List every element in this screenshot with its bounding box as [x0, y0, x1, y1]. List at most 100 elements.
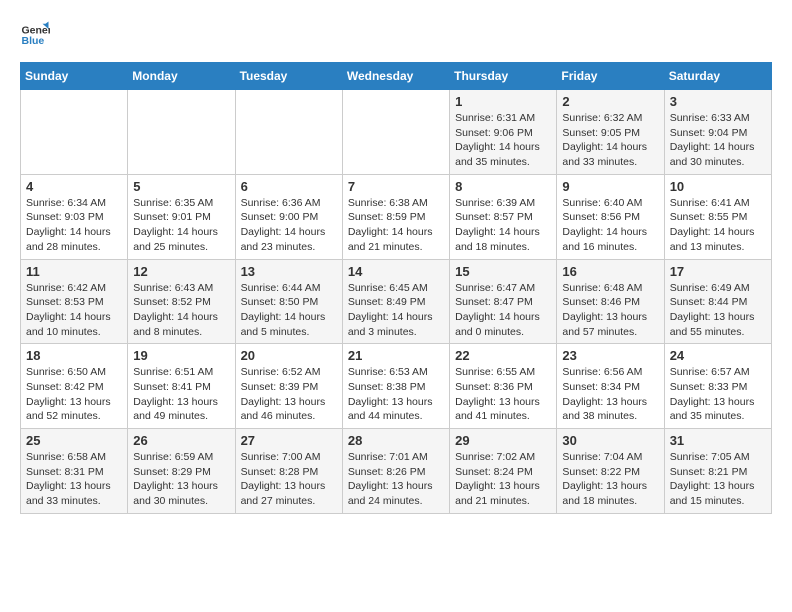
logo-icon: General Blue	[20, 20, 50, 50]
calendar-cell: 9 Sunrise: 6:40 AM Sunset: 8:56 PM Daylig…	[557, 174, 664, 259]
calendar-cell: 19 Sunrise: 6:51 AM Sunset: 8:41 PM Dayli…	[128, 344, 235, 429]
day-info: Sunrise: 6:47 AM Sunset: 8:47 PM Dayligh…	[455, 281, 551, 340]
day-number: 13	[241, 264, 337, 279]
calendar-cell: 12Sunrise: 6:43 AM Sunset: 8:52 PM Dayli…	[128, 259, 235, 344]
day-info: Sunrise: 6:40 AM Sunset: 8:56 PM Dayligh…	[562, 196, 658, 255]
day-number: 15	[455, 264, 551, 279]
day-info: Sunrise: 6:48 AM Sunset: 8:46 PM Dayligh…	[562, 281, 658, 340]
day-number: 3	[670, 94, 766, 109]
calendar-week-row: 25 Sunrise: 6:58 AM Sunset: 8:31 PM Dayli…	[21, 429, 772, 514]
day-number: 16	[562, 264, 658, 279]
day-info: Sunrise: 6:36 AM Sunset: 9:00 PM Dayligh…	[241, 196, 337, 255]
calendar-cell: 23 Sunrise: 6:56 AM Sunset: 8:34 PM Dayli…	[557, 344, 664, 429]
day-info: Sunrise: 6:56 AM Sunset: 8:34 PM Dayligh…	[562, 365, 658, 424]
calendar-cell	[235, 90, 342, 175]
day-number: 8	[455, 179, 551, 194]
day-number: 27	[241, 433, 337, 448]
calendar-cell: 7 Sunrise: 6:38 AM Sunset: 8:59 PM Daylig…	[342, 174, 449, 259]
calendar-cell: 2Sunrise: 6:32 AM Sunset: 9:05 PM Daylig…	[557, 90, 664, 175]
day-info: Sunrise: 7:01 AM Sunset: 8:26 PM Dayligh…	[348, 450, 444, 509]
day-info: Sunrise: 6:41 AM Sunset: 8:55 PM Dayligh…	[670, 196, 766, 255]
calendar-cell: 3 Sunrise: 6:33 AM Sunset: 9:04 PM Daylig…	[664, 90, 771, 175]
calendar-cell: 5 Sunrise: 6:35 AM Sunset: 9:01 PM Daylig…	[128, 174, 235, 259]
calendar-cell: 11 Sunrise: 6:42 AM Sunset: 8:53 PM Dayli…	[21, 259, 128, 344]
calendar-cell	[342, 90, 449, 175]
day-number: 6	[241, 179, 337, 194]
calendar-cell: 26 Sunrise: 6:59 AM Sunset: 8:29 PM Dayli…	[128, 429, 235, 514]
day-info: Sunrise: 6:58 AM Sunset: 8:31 PM Dayligh…	[26, 450, 122, 509]
day-number: 11	[26, 264, 122, 279]
day-number: 28	[348, 433, 444, 448]
page-header: General Blue	[20, 20, 772, 50]
calendar-cell: 31Sunrise: 7:05 AM Sunset: 8:21 PM Dayli…	[664, 429, 771, 514]
day-info: Sunrise: 6:31 AM Sunset: 9:06 PM Dayligh…	[455, 111, 551, 170]
logo: General Blue	[20, 20, 50, 50]
day-number: 19	[133, 348, 229, 363]
calendar-table: SundayMondayTuesdayWednesdayThursdayFrid…	[20, 62, 772, 514]
day-of-week-header: Saturday	[664, 63, 771, 90]
day-info: Sunrise: 6:44 AM Sunset: 8:50 PM Dayligh…	[241, 281, 337, 340]
day-info: Sunrise: 6:42 AM Sunset: 8:53 PM Dayligh…	[26, 281, 122, 340]
calendar-cell	[21, 90, 128, 175]
day-info: Sunrise: 6:33 AM Sunset: 9:04 PM Dayligh…	[670, 111, 766, 170]
calendar-cell: 20Sunrise: 6:52 AM Sunset: 8:39 PM Dayli…	[235, 344, 342, 429]
day-number: 4	[26, 179, 122, 194]
day-info: Sunrise: 6:50 AM Sunset: 8:42 PM Dayligh…	[26, 365, 122, 424]
day-info: Sunrise: 6:34 AM Sunset: 9:03 PM Dayligh…	[26, 196, 122, 255]
day-number: 10	[670, 179, 766, 194]
day-number: 26	[133, 433, 229, 448]
day-number: 7	[348, 179, 444, 194]
calendar-week-row: 18Sunrise: 6:50 AM Sunset: 8:42 PM Dayli…	[21, 344, 772, 429]
day-number: 17	[670, 264, 766, 279]
day-info: Sunrise: 6:57 AM Sunset: 8:33 PM Dayligh…	[670, 365, 766, 424]
day-number: 30	[562, 433, 658, 448]
day-of-week-header: Sunday	[21, 63, 128, 90]
day-number: 21	[348, 348, 444, 363]
day-number: 14	[348, 264, 444, 279]
day-of-week-header: Friday	[557, 63, 664, 90]
day-info: Sunrise: 6:59 AM Sunset: 8:29 PM Dayligh…	[133, 450, 229, 509]
calendar-cell	[128, 90, 235, 175]
day-number: 29	[455, 433, 551, 448]
day-info: Sunrise: 7:02 AM Sunset: 8:24 PM Dayligh…	[455, 450, 551, 509]
calendar-cell: 13 Sunrise: 6:44 AM Sunset: 8:50 PM Dayli…	[235, 259, 342, 344]
calendar-cell: 16 Sunrise: 6:48 AM Sunset: 8:46 PM Dayli…	[557, 259, 664, 344]
day-number: 24	[670, 348, 766, 363]
day-info: Sunrise: 6:51 AM Sunset: 8:41 PM Dayligh…	[133, 365, 229, 424]
day-of-week-header: Tuesday	[235, 63, 342, 90]
day-info: Sunrise: 7:00 AM Sunset: 8:28 PM Dayligh…	[241, 450, 337, 509]
svg-text:Blue: Blue	[22, 35, 45, 47]
calendar-cell: 6 Sunrise: 6:36 AM Sunset: 9:00 PM Daylig…	[235, 174, 342, 259]
calendar-cell: 17 Sunrise: 6:49 AM Sunset: 8:44 PM Dayli…	[664, 259, 771, 344]
calendar-cell: 29 Sunrise: 7:02 AM Sunset: 8:24 PM Dayli…	[450, 429, 557, 514]
calendar-week-row: 1 Sunrise: 6:31 AM Sunset: 9:06 PM Daylig…	[21, 90, 772, 175]
day-of-week-header: Wednesday	[342, 63, 449, 90]
calendar-cell: 10 Sunrise: 6:41 AM Sunset: 8:55 PM Dayli…	[664, 174, 771, 259]
calendar-cell: 15 Sunrise: 6:47 AM Sunset: 8:47 PM Dayli…	[450, 259, 557, 344]
calendar-cell: 24 Sunrise: 6:57 AM Sunset: 8:33 PM Dayli…	[664, 344, 771, 429]
day-number: 25	[26, 433, 122, 448]
day-number: 1	[455, 94, 551, 109]
calendar-cell: 22Sunrise: 6:55 AM Sunset: 8:36 PM Dayli…	[450, 344, 557, 429]
calendar-cell: 27 Sunrise: 7:00 AM Sunset: 8:28 PM Dayli…	[235, 429, 342, 514]
day-number: 5	[133, 179, 229, 194]
day-info: Sunrise: 6:49 AM Sunset: 8:44 PM Dayligh…	[670, 281, 766, 340]
calendar-week-row: 4 Sunrise: 6:34 AM Sunset: 9:03 PM Daylig…	[21, 174, 772, 259]
calendar-week-row: 11 Sunrise: 6:42 AM Sunset: 8:53 PM Dayli…	[21, 259, 772, 344]
day-info: Sunrise: 6:53 AM Sunset: 8:38 PM Dayligh…	[348, 365, 444, 424]
day-info: Sunrise: 6:45 AM Sunset: 8:49 PM Dayligh…	[348, 281, 444, 340]
day-info: Sunrise: 7:05 AM Sunset: 8:21 PM Dayligh…	[670, 450, 766, 509]
day-of-week-header: Monday	[128, 63, 235, 90]
day-info: Sunrise: 6:39 AM Sunset: 8:57 PM Dayligh…	[455, 196, 551, 255]
calendar-cell: 21 Sunrise: 6:53 AM Sunset: 8:38 PM Dayli…	[342, 344, 449, 429]
day-info: Sunrise: 6:38 AM Sunset: 8:59 PM Dayligh…	[348, 196, 444, 255]
calendar-cell: 8 Sunrise: 6:39 AM Sunset: 8:57 PM Daylig…	[450, 174, 557, 259]
day-number: 9	[562, 179, 658, 194]
day-of-week-header: Thursday	[450, 63, 557, 90]
day-number: 22	[455, 348, 551, 363]
day-number: 23	[562, 348, 658, 363]
calendar-cell: 25 Sunrise: 6:58 AM Sunset: 8:31 PM Dayli…	[21, 429, 128, 514]
day-info: Sunrise: 6:35 AM Sunset: 9:01 PM Dayligh…	[133, 196, 229, 255]
day-number: 20	[241, 348, 337, 363]
calendar-cell: 14 Sunrise: 6:45 AM Sunset: 8:49 PM Dayli…	[342, 259, 449, 344]
